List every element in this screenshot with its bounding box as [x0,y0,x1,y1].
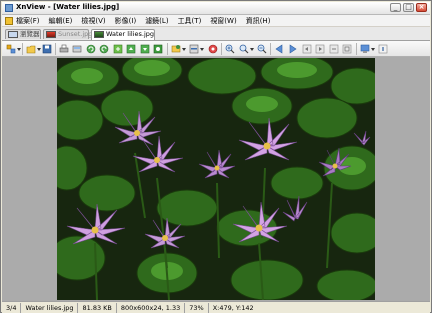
monitor-icon [360,44,370,53]
minimize-button[interactable]: _ [390,3,401,12]
convert-button[interactable] [113,44,123,54]
refresh-icon [126,44,136,54]
fullscreen-button[interactable] [342,44,352,54]
settings-icon [208,44,218,54]
image-icon [94,31,104,38]
close-icon: × [418,3,425,11]
effects-button[interactable] [171,44,186,54]
zoom-out-icon [257,44,267,54]
maximize-button[interactable]: □ [403,3,414,12]
resize-button[interactable] [189,44,204,54]
toolbar-separator [221,43,222,55]
status-index: 3/4 [2,302,22,313]
status-filesize: 81.83 KB [78,302,117,313]
zoom-in-button[interactable] [225,44,235,54]
tab-label: Sunset.jpg [58,30,93,38]
fullscreen-icon [342,44,352,54]
browse-icon [6,44,16,54]
zoom-fit-button[interactable] [239,44,254,54]
toolbar-separator [270,43,271,55]
app-icon [5,4,13,12]
toolbar-separator [356,43,357,55]
menu-view[interactable]: 檢視(V) [81,16,105,26]
toolbar-separator [167,43,168,55]
minimize-icon: _ [393,3,398,11]
gallery-button[interactable] [153,44,163,54]
settings-button[interactable] [208,44,218,54]
scan-icon [72,45,82,53]
tab-browser[interactable]: 瀏覽器 [5,29,41,39]
effects-icon [171,45,181,53]
rotate-left-button[interactable] [86,44,96,54]
tab-label: Water lilies.jpg [106,30,155,38]
menu-image[interactable]: 影像(I) [115,16,137,26]
previous-button[interactable] [274,44,284,54]
menu-bar: 檔案(F) 編輯(E) 檢視(V) 影像(I) 濾鏡(L) 工具(T) 視窗(W… [2,15,430,27]
open-button[interactable] [26,44,41,54]
rotate-right-icon [99,44,109,54]
menu-edit[interactable]: 編輯(E) [49,16,73,26]
close-button[interactable]: × [416,3,427,12]
water-lilies-photo [57,58,375,300]
zoom-in-icon [225,44,235,54]
scan-button[interactable] [72,44,82,54]
gallery-icon [153,44,163,54]
slideshow-icon [329,44,339,54]
tab-sunset[interactable]: Sunset.jpg [43,29,93,39]
info-icon [378,44,388,54]
title-bar: XnView - [Water lilies.jpg] _ □ × [2,2,430,15]
menu-filter[interactable]: 濾鏡(L) [145,16,168,26]
first-icon [302,44,312,54]
info-button[interactable] [378,44,388,54]
last-button[interactable] [315,44,325,54]
status-dimensions: 800x600x24, 1.33 [117,302,186,313]
print-icon [59,44,69,53]
slideshow-button[interactable] [329,44,339,54]
toolbar-separator [22,43,23,55]
save-icon [42,44,52,54]
save-button[interactable] [42,44,52,54]
zoom-out-button[interactable] [257,44,267,54]
menu-file[interactable]: 檔案(F) [16,16,40,26]
last-icon [315,44,325,54]
image-icon [46,31,56,38]
menu-window[interactable]: 視窗(W) [210,16,236,26]
open-folder-icon [26,45,36,54]
image-viewer[interactable] [2,57,430,301]
resize-icon [189,44,199,54]
refresh-button[interactable] [126,44,136,54]
window-controls: _ □ × [390,3,427,12]
rotate-right-button[interactable] [99,44,109,54]
browser-icon [8,31,18,38]
application-window: XnView - [Water lilies.jpg] _ □ × 檔案(F) … [0,0,432,313]
toolbar [2,41,430,57]
maximize-icon: □ [405,3,412,11]
previous-icon [275,44,283,54]
tab-bar: 瀏覽器 Sunset.jpg Water lilies.jpg [2,27,430,41]
tab-label: 瀏覽器 [20,30,40,38]
tab-water-lilies[interactable]: Water lilies.jpg [91,29,155,40]
toolbar-separator [55,43,56,55]
status-bar: 3/4 Water lilies.jpg 81.83 KB 800x600x24… [2,301,430,313]
browse-button[interactable] [6,44,21,54]
document-menu-icon[interactable] [5,16,13,25]
window-title: XnView - [Water lilies.jpg] [16,3,120,11]
first-button[interactable] [302,44,312,54]
display-mode-button[interactable] [360,44,375,54]
next-icon [289,44,297,54]
convert-icon [113,44,123,54]
next-button[interactable] [288,44,298,54]
status-zoom: 73% [185,302,209,313]
print-button[interactable] [59,44,69,54]
status-filename: Water lilies.jpg [21,302,79,313]
menu-tools[interactable]: 工具(T) [178,16,202,26]
folder-up-icon [140,44,150,54]
status-coordinates: X:479, Y:142 [212,303,254,312]
rotate-left-icon [86,44,96,54]
menu-help[interactable]: 資訊(H) [246,16,271,26]
folder-up-button[interactable] [140,44,150,54]
zoom-fit-icon [239,44,249,54]
